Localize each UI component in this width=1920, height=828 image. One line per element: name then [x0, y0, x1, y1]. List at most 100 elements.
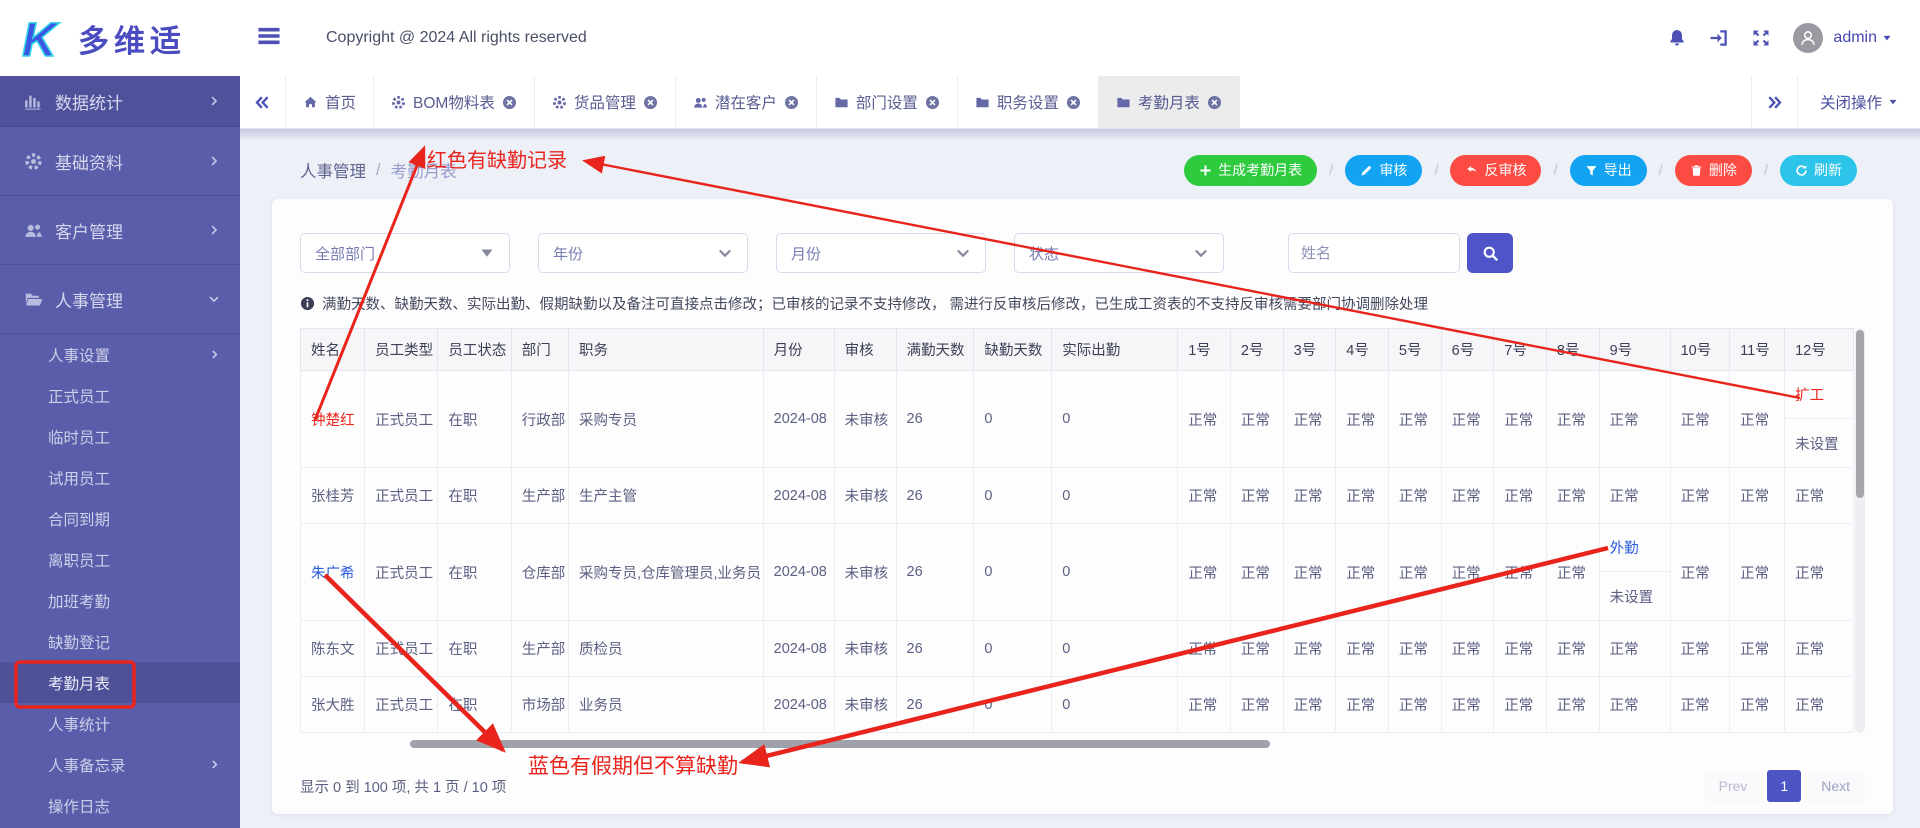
day-cell-7号[interactable]: 正常 [1494, 524, 1547, 621]
day-cell-8号[interactable]: 正常 [1546, 468, 1599, 524]
day-cell-3号[interactable]: 正常 [1283, 524, 1336, 621]
sidebar-subitem-人事统计[interactable]: 人事统计 [0, 703, 240, 744]
day-cell-9号[interactable]: 正常 [1599, 621, 1670, 677]
cell-name[interactable]: 陈东文 [301, 621, 365, 677]
day-cell-7号[interactable]: 正常 [1494, 677, 1547, 733]
day-cell-10号[interactable]: 正常 [1670, 371, 1730, 468]
sidebar-subitem-合同到期[interactable]: 合同到期 [0, 498, 240, 539]
day-cell-12号[interactable]: 正常 [1785, 468, 1854, 524]
day-cell-12号[interactable]: 正常 [1785, 621, 1854, 677]
tab-close-icon[interactable] [643, 95, 658, 110]
day-cell-6号[interactable]: 正常 [1441, 677, 1494, 733]
close-operations-dropdown[interactable]: 关闭操作 [1797, 76, 1920, 128]
filter-select-年份[interactable]: 年份 [538, 233, 748, 273]
day-cell-7号[interactable]: 正常 [1494, 371, 1547, 468]
cell-absent-days[interactable]: 0 [974, 677, 1052, 733]
day-cell-4号[interactable]: 正常 [1336, 524, 1389, 621]
day-cell-7号[interactable]: 正常 [1494, 468, 1547, 524]
tab-close-icon[interactable] [784, 95, 799, 110]
day-cell-7号[interactable]: 正常 [1494, 621, 1547, 677]
fullscreen-icon[interactable] [1751, 28, 1771, 48]
audit-button[interactable]: 审核 [1345, 155, 1422, 186]
filter-select-状态[interactable]: 状态 [1014, 233, 1224, 273]
sidebar-subitem-正式员工[interactable]: 正式员工 [0, 375, 240, 416]
tab-潜在客户[interactable]: 潜在客户 [676, 76, 817, 128]
day-cell-5号[interactable]: 正常 [1388, 371, 1441, 468]
day-cell-2号[interactable]: 正常 [1230, 524, 1283, 621]
cell-name[interactable]: 张桂芳 [301, 468, 365, 524]
day-cell-1号[interactable]: 正常 [1178, 371, 1231, 468]
tab-考勤月表[interactable]: 考勤月表 [1099, 76, 1240, 128]
cell-actual[interactable]: 0 [1052, 524, 1178, 621]
sidebar-subitem-考勤月表[interactable]: 考勤月表 [0, 662, 240, 703]
day-status-top[interactable]: 外勤 [1600, 524, 1670, 572]
day-cell-10号[interactable]: 正常 [1670, 621, 1730, 677]
day-cell-5号[interactable]: 正常 [1388, 468, 1441, 524]
day-cell-12号[interactable]: 扩工未设置 [1785, 371, 1854, 468]
day-status-bottom[interactable]: 未设置 [1785, 419, 1853, 467]
tab-首页[interactable]: 首页 [286, 76, 374, 128]
generate-attendance-button[interactable]: 生成考勤月表 [1184, 155, 1317, 186]
horizontal-scrollbar-thumb[interactable] [410, 740, 1270, 748]
day-cell-5号[interactable]: 正常 [1388, 621, 1441, 677]
next-page-button[interactable]: Next [1806, 770, 1865, 802]
search-button[interactable] [1467, 233, 1513, 273]
cell-full-days[interactable]: 26 [896, 371, 974, 468]
day-cell-5号[interactable]: 正常 [1388, 524, 1441, 621]
filter-select-月份[interactable]: 月份 [776, 233, 986, 273]
day-cell-9号[interactable]: 外勤未设置 [1599, 524, 1670, 621]
cell-actual[interactable]: 0 [1052, 677, 1178, 733]
day-cell-9号[interactable]: 正常 [1599, 371, 1670, 468]
day-cell-5号[interactable]: 正常 [1388, 677, 1441, 733]
day-cell-1号[interactable]: 正常 [1178, 677, 1231, 733]
sidebar-item-基础资料[interactable]: 基础资料 [0, 127, 240, 196]
day-cell-9号[interactable]: 正常 [1599, 677, 1670, 733]
vertical-scrollbar[interactable] [1855, 328, 1865, 733]
day-cell-3号[interactable]: 正常 [1283, 468, 1336, 524]
day-cell-11号[interactable]: 正常 [1730, 677, 1785, 733]
day-cell-3号[interactable]: 正常 [1283, 621, 1336, 677]
logout-icon[interactable] [1709, 28, 1729, 48]
day-cell-12号[interactable]: 正常 [1785, 524, 1854, 621]
day-cell-2号[interactable]: 正常 [1230, 468, 1283, 524]
tab-货品管理[interactable]: 货品管理 [535, 76, 676, 128]
cell-full-days[interactable]: 26 [896, 524, 974, 621]
day-cell-10号[interactable]: 正常 [1670, 677, 1730, 733]
day-cell-1号[interactable]: 正常 [1178, 621, 1231, 677]
name-search-input[interactable] [1288, 233, 1460, 273]
cell-full-days[interactable]: 26 [896, 621, 974, 677]
refresh-button[interactable]: 刷新 [1780, 155, 1857, 186]
export-button[interactable]: 导出 [1570, 155, 1647, 186]
day-cell-1号[interactable]: 正常 [1178, 468, 1231, 524]
cell-absent-days[interactable]: 0 [974, 524, 1052, 621]
day-cell-8号[interactable]: 正常 [1546, 371, 1599, 468]
cell-name[interactable]: 朱广希 [301, 524, 365, 621]
day-cell-2号[interactable]: 正常 [1230, 677, 1283, 733]
filter-select-全部部门[interactable]: 全部部门 [300, 233, 510, 273]
day-cell-6号[interactable]: 正常 [1441, 524, 1494, 621]
day-status-top[interactable]: 扩工 [1785, 371, 1853, 419]
cell-name[interactable]: 钟楚红 [301, 371, 365, 468]
sidebar-subitem-操作日志[interactable]: 操作日志 [0, 785, 240, 826]
tabs-scroll-right-button[interactable] [1751, 76, 1797, 128]
tab-close-icon[interactable] [925, 95, 940, 110]
day-cell-10号[interactable]: 正常 [1670, 524, 1730, 621]
user-menu[interactable]: admin [1833, 29, 1892, 47]
day-cell-6号[interactable]: 正常 [1441, 371, 1494, 468]
tab-close-icon[interactable] [502, 95, 517, 110]
sidebar-item-数据统计[interactable]: 数据统计 [0, 76, 240, 127]
sidebar-subitem-临时员工[interactable]: 临时员工 [0, 416, 240, 457]
day-cell-3号[interactable]: 正常 [1283, 677, 1336, 733]
bell-icon[interactable] [1667, 28, 1687, 48]
horizontal-scrollbar[interactable] [300, 740, 1865, 748]
tabs-scroll-left-button[interactable] [240, 76, 286, 128]
sidebar-subitem-人事备忘录[interactable]: 人事备忘录 [0, 744, 240, 785]
tab-部门设置[interactable]: 部门设置 [817, 76, 958, 128]
day-cell-8号[interactable]: 正常 [1546, 524, 1599, 621]
tab-close-icon[interactable] [1066, 95, 1081, 110]
sidebar-subitem-缺勤登记[interactable]: 缺勤登记 [0, 621, 240, 662]
sidebar-subitem-离职员工[interactable]: 离职员工 [0, 539, 240, 580]
day-cell-1号[interactable]: 正常 [1178, 524, 1231, 621]
cell-absent-days[interactable]: 0 [974, 468, 1052, 524]
tab-close-icon[interactable] [1207, 95, 1222, 110]
